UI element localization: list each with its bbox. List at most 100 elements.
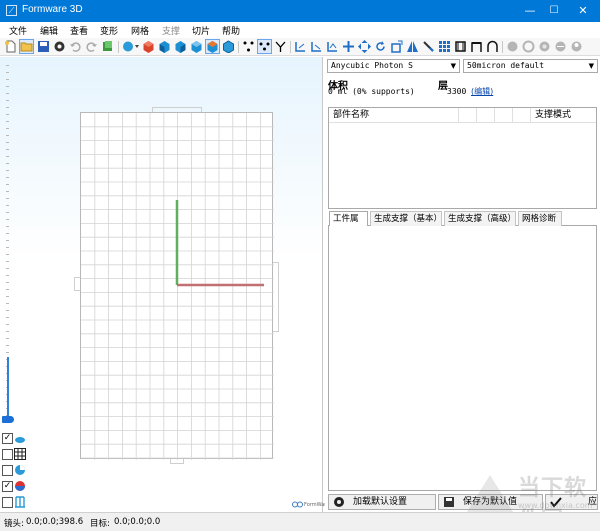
open-folder-icon[interactable]: [19, 39, 34, 54]
target-label: 目标:: [90, 519, 110, 529]
window-title: Formware 3D: [22, 4, 83, 15]
menu-edit[interactable]: 编辑: [40, 24, 58, 37]
tab-content-part-properties: [328, 226, 597, 491]
layer-slider-thumb[interactable]: [2, 416, 14, 423]
3d-viewport[interactable]: ✓ ✓ FormWare: [0, 57, 329, 512]
knife-icon[interactable]: [422, 40, 435, 53]
printer-select[interactable]: Anycubic Photon S ▼: [327, 59, 460, 73]
camera-label: 镜头:: [4, 519, 24, 529]
move-icon[interactable]: [342, 40, 355, 53]
maximize-button[interactable]: ☐: [539, 0, 569, 22]
supports-visible-icon: [15, 437, 25, 443]
tab-part-properties[interactable]: 工件属性: [329, 211, 368, 238]
edit-layers-link[interactable]: (编辑): [471, 86, 493, 97]
view-side-icon[interactable]: [174, 40, 187, 53]
menu-help[interactable]: 帮助: [222, 24, 240, 37]
import-icon[interactable]: [101, 40, 114, 53]
layers-value: 3300: [447, 87, 467, 96]
layer-slider-track[interactable]: [7, 357, 9, 419]
menu-bar: 文件 编辑 查看 变形 网格 支撑 切片 帮助: [0, 22, 600, 38]
tab-support-advanced[interactable]: 生成支撑（高级）: [444, 211, 516, 226]
menu-support[interactable]: 支撑: [162, 24, 180, 37]
scale-icon[interactable]: [390, 40, 403, 53]
settings-gear-icon[interactable]: [53, 40, 66, 53]
show-errors-checkbox[interactable]: ✓: [2, 481, 13, 492]
drain-hole-icon[interactable]: [470, 40, 483, 53]
formware-logo-icon: [292, 501, 303, 508]
gray-sphere-2-icon[interactable]: [522, 40, 535, 53]
parts-list-header: 部件名称 支撑模式: [329, 108, 596, 123]
toolbar-separator: [238, 41, 239, 53]
gear-icon: [334, 497, 344, 507]
right-panel: Anycubic Photon S ▼ 50micron default ▼ 体…: [325, 57, 600, 512]
camera-value: 0.0;0.0;398.6: [26, 517, 84, 527]
chevron-down-icon: ▼: [450, 62, 456, 70]
plate-tab-left: [74, 277, 80, 291]
view-iso-red-icon[interactable]: [142, 40, 155, 53]
view-top-icon[interactable]: [190, 40, 203, 53]
menu-slice[interactable]: 切片: [192, 24, 210, 37]
mirror-icon[interactable]: [406, 40, 419, 53]
column-support-mode[interactable]: 支撑模式: [531, 108, 596, 123]
select-point-icon[interactable]: [242, 40, 255, 53]
plate-tab-right: [273, 262, 279, 332]
app-icon: ⟋: [6, 5, 17, 16]
profile-select-value: 50micron default: [467, 61, 545, 70]
view-active-box-icon[interactable]: [205, 39, 220, 54]
close-button[interactable]: ✕: [568, 0, 598, 22]
printer-select-value: Anycubic Photon S: [331, 61, 413, 70]
rotate-icon[interactable]: [374, 40, 387, 53]
save-icon[interactable]: [37, 40, 50, 53]
gray-sphere-1-icon[interactable]: [506, 40, 519, 53]
move-arrows-icon[interactable]: [358, 40, 371, 53]
gray-sphere-4-icon[interactable]: [554, 40, 567, 53]
column-blank-4[interactable]: [513, 108, 531, 123]
plate-tab-top: [152, 107, 202, 112]
save-as-default-label: 保存为默认值: [463, 497, 518, 507]
toolbar-separator: [118, 41, 119, 53]
axis-gizmo: [175, 200, 264, 287]
view-box-outline-icon[interactable]: [222, 40, 235, 53]
new-file-icon[interactable]: [4, 40, 17, 53]
gray-sphere-3-icon[interactable]: [538, 40, 551, 53]
error-highlight-icon: [15, 481, 25, 491]
toolbar: [0, 38, 600, 56]
measure-icon[interactable]: [486, 40, 499, 53]
show-slice-checkbox[interactable]: [2, 465, 13, 476]
select-dots-icon[interactable]: [257, 39, 272, 54]
profile-select[interactable]: 50micron default ▼: [463, 59, 598, 73]
column-part-name[interactable]: 部件名称: [329, 108, 459, 123]
parts-list[interactable]: 部件名称 支撑模式: [328, 107, 597, 209]
view-front-icon[interactable]: [158, 40, 171, 53]
title-bar: ⟋ Formware 3D — ☐ ✕: [0, 0, 600, 22]
column-blank-1[interactable]: [459, 108, 477, 123]
grid-array-icon[interactable]: [438, 40, 451, 53]
settings-tabs: 工件属性 生成支撑（基本） 生成支撑（高级） 网格诊断: [328, 211, 597, 238]
hollow-icon[interactable]: [454, 40, 467, 53]
load-defaults-label: 加载默认设置: [353, 497, 408, 507]
sphere-dropdown-icon[interactable]: [122, 40, 140, 53]
show-base-checkbox[interactable]: [2, 497, 13, 508]
show-grid-checkbox[interactable]: [2, 449, 13, 460]
load-defaults-button[interactable]: 加载默认设置: [328, 494, 436, 510]
redo-icon[interactable]: [85, 40, 98, 53]
column-blank-2[interactable]: [477, 108, 495, 123]
volume-value: 0 ml (0% supports): [328, 87, 415, 96]
menu-file[interactable]: 文件: [9, 24, 27, 37]
place-support-2-icon[interactable]: [310, 40, 323, 53]
menu-view[interactable]: 查看: [70, 24, 88, 37]
column-blank-3[interactable]: [495, 108, 513, 123]
menu-mesh[interactable]: 网格: [131, 24, 149, 37]
show-supports-checkbox[interactable]: ✓: [2, 433, 13, 444]
menu-transform[interactable]: 变形: [100, 24, 118, 37]
select-fork-icon[interactable]: [274, 40, 287, 53]
save-icon: [444, 497, 454, 507]
grid-view-icon: [14, 448, 26, 460]
gray-sphere-5-icon[interactable]: [570, 40, 583, 53]
undo-icon[interactable]: [69, 40, 82, 53]
place-support-3-icon[interactable]: [326, 40, 339, 53]
status-bar: 镜头: 0.0;0.0;398.6 目标: 0.0;0.0;0.0: [0, 512, 600, 531]
place-support-1-icon[interactable]: [294, 40, 307, 53]
tab-support-basic[interactable]: 生成支撑（基本）: [370, 211, 442, 226]
tab-mesh-diagnostics[interactable]: 网格诊断: [518, 211, 562, 226]
